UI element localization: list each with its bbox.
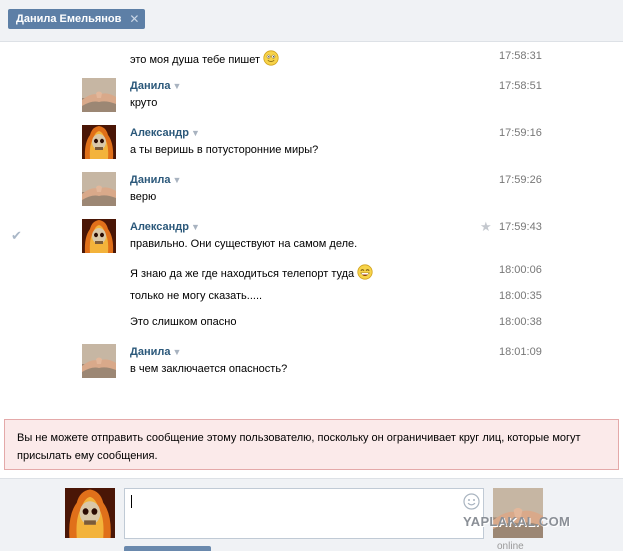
message-time: 18:00:06 — [499, 264, 542, 276]
handshake-photo-icon — [82, 172, 116, 206]
peer-status: online — [497, 541, 524, 551]
laughing-emoji-icon — [357, 264, 373, 280]
dropdown-arrow-icon[interactable]: ▼ — [172, 175, 181, 185]
top-bar: Данила Емельянов ✕ — [0, 0, 623, 42]
smile-emoji-icon — [263, 50, 279, 66]
my-avatar[interactable] — [65, 488, 115, 538]
message-time: 17:59:43 — [499, 221, 542, 233]
message-text: верю — [130, 191, 157, 203]
dropdown-arrow-icon[interactable]: ▼ — [191, 222, 200, 232]
message-time: 17:58:51 — [499, 80, 542, 92]
message-time: 18:01:09 — [499, 346, 542, 358]
message-text: правильно. Они существуют на самом деле. — [130, 238, 358, 250]
checkmark-icon[interactable]: ✔ — [11, 228, 22, 244]
avatar-danila[interactable] — [82, 344, 116, 378]
message-time: 17:59:16 — [499, 127, 542, 139]
flaming-skull-photo-icon — [82, 219, 116, 253]
handshake-photo-icon — [493, 488, 543, 538]
handshake-photo-icon — [82, 78, 116, 112]
message-text: только не могу сказать..... — [130, 290, 263, 302]
flaming-skull-photo-icon — [65, 488, 115, 538]
handshake-photo-icon — [82, 344, 116, 378]
dropdown-arrow-icon[interactable]: ▼ — [191, 128, 200, 138]
message-time: 17:59:26 — [499, 174, 542, 186]
message-author[interactable]: Данила ▼ — [130, 346, 181, 358]
message-text: а ты веришь в потусторонние миры? — [130, 144, 319, 156]
message-text: круто — [130, 97, 158, 109]
flaming-skull-photo-icon — [82, 125, 116, 159]
peer-avatar[interactable] — [493, 488, 543, 538]
message-author[interactable]: Александр ▼ — [130, 221, 200, 233]
avatar-aleksandr[interactable] — [82, 125, 116, 159]
message-text: Это слишком опасно — [130, 316, 237, 328]
text-caret — [131, 495, 132, 508]
avatar-danila[interactable] — [82, 78, 116, 112]
warning-line-2: присылать ему сообщения. — [17, 450, 158, 462]
watermark: YAPLAKAL.COM — [463, 514, 571, 529]
send-button[interactable] — [124, 546, 211, 551]
dropdown-arrow-icon[interactable]: ▼ — [172, 81, 181, 91]
message-input[interactable] — [124, 488, 484, 539]
warning-line-1: Вы не можете отправить сообщение этому п… — [17, 432, 581, 444]
star-icon[interactable]: ★ — [480, 219, 492, 235]
message-time: 17:58:31 — [499, 50, 542, 62]
contact-chip-label: Данила Емельянов — [16, 13, 122, 25]
privacy-warning: Вы не можете отправить сообщение этому п… — [4, 419, 619, 470]
avatar-aleksandr[interactable] — [82, 219, 116, 253]
message-author[interactable]: Данила ▼ — [130, 80, 181, 92]
message-text: Я знаю да же где находиться телепорт туд… — [130, 264, 373, 280]
message-author[interactable]: Данила ▼ — [130, 174, 181, 186]
avatar-danila[interactable] — [82, 172, 116, 206]
close-icon[interactable]: ✕ — [128, 9, 140, 29]
smiley-picker-icon[interactable] — [463, 493, 480, 510]
message-text: это моя душа тебе пишет — [130, 50, 279, 66]
message-time: 18:00:35 — [499, 290, 542, 302]
dropdown-arrow-icon[interactable]: ▼ — [172, 347, 181, 357]
message-author[interactable]: Александр ▼ — [130, 127, 200, 139]
message-text: в чем заключается опасность? — [130, 363, 288, 375]
message-time: 18:00:38 — [499, 316, 542, 328]
contact-chip[interactable]: Данила Емельянов ✕ — [8, 9, 146, 29]
